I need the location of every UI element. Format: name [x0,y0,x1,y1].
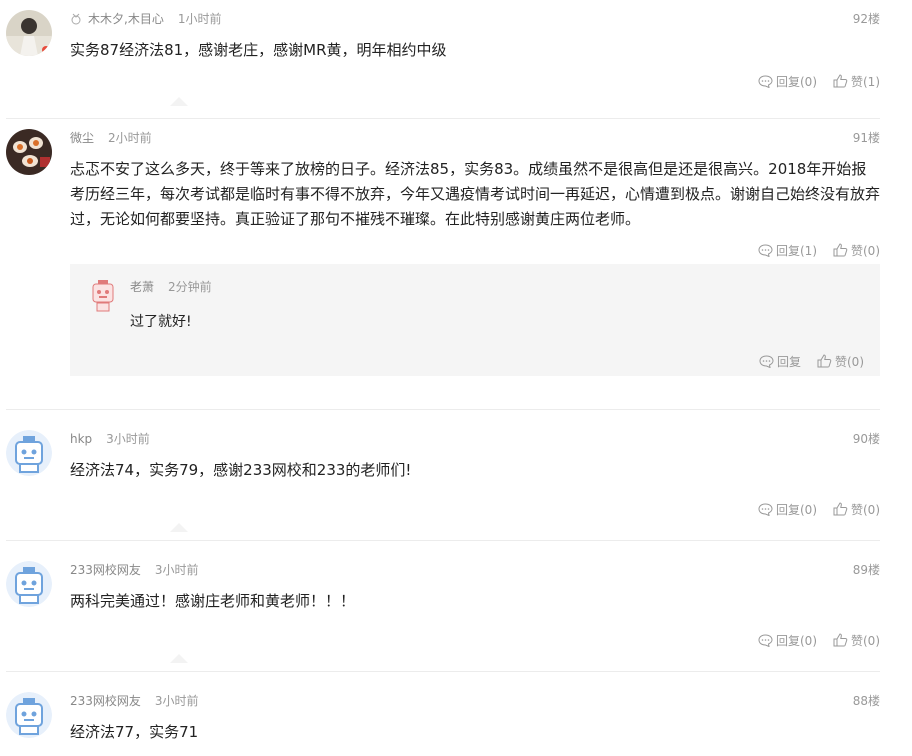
thumbs-up-icon [833,243,848,257]
reply-button[interactable]: 回复(0) [758,632,817,649]
reply-pointer [170,97,188,106]
avatar[interactable] [6,692,52,738]
reply-label: 回复(0) [776,633,817,648]
comment-item: 233网校网友 3小时前 88楼 经济法77，实务71 [6,672,880,756]
like-button[interactable]: 赞(0) [833,632,880,649]
avatar[interactable] [90,280,116,312]
reply-author[interactable]: 老萧 [130,278,154,296]
medal-icon [71,13,81,25]
reply-label: 回复(1) [776,243,817,258]
like-label: 赞(0) [851,633,880,648]
nested-reply: 老萧 2分钟前 过了就好! 回复 赞(0) [70,264,880,376]
comment-item: 233网校网友 3小时前 89楼 两科完美通过！感谢庄老师和黄老师！！！ 回复(… [6,541,880,672]
like-label: 赞(0) [851,243,880,258]
comment-list: 木木夕,木目心 1小时前 92楼 实务87经济法81，感谢老庄，感谢MR黄，明年… [0,0,912,756]
reply-button[interactable]: 回复(1) [758,242,817,259]
avatar[interactable] [6,10,52,56]
thumbs-up-icon [833,502,848,516]
reply-label: 回复(0) [776,74,817,89]
comment-author[interactable]: 木木夕,木目心 [88,10,164,28]
reply-time: 2分钟前 [168,280,212,294]
like-label: 赞(0) [851,502,880,517]
comment-bubble-icon [758,74,773,88]
like-button[interactable]: 赞(0) [817,353,864,370]
reply-button[interactable]: 回复 [759,353,801,370]
comment-item: 木木夕,木目心 1小时前 92楼 实务87经济法81，感谢老庄，感谢MR黄，明年… [6,0,880,119]
like-button[interactable]: 赞(0) [833,242,880,259]
thumbs-up-icon [833,74,848,88]
floor-number: 92楼 [852,12,880,26]
reply-label: 回复 [776,354,801,369]
reply-pointer [170,654,188,663]
comment-text: 经济法77，实务71 [70,723,199,741]
thumbs-up-icon [817,354,832,368]
comment-time: 3小时前 [154,563,199,577]
comment-bubble-icon [758,243,773,257]
floor-number: 90楼 [852,432,880,446]
comment-text: 两科完美通过！感谢庄老师和黄老师！！！ [70,592,356,610]
like-button[interactable]: 赞(1) [833,73,880,90]
comment-author[interactable]: hkp [70,430,92,448]
comment-text: 忐忑不安了这么多天，终于等来了放榜的日子。经济法85，实务83。成绩虽然不是很高… [70,160,881,228]
reply-text: 过了就好! [130,314,192,330]
comment-author[interactable]: 233网校网友 [70,692,141,710]
avatar[interactable] [6,430,52,476]
reply-pointer [170,523,188,532]
comment-time: 1小时前 [177,12,222,26]
avatar[interactable] [6,129,52,175]
reply-label: 回复(0) [776,502,817,517]
comment-text: 实务87经济法81，感谢老庄，感谢MR黄，明年相约中级 [70,41,447,59]
like-button[interactable]: 赞(0) [833,501,880,518]
floor-number: 88楼 [852,694,880,708]
comment-time: 3小时前 [106,432,150,446]
reply-button[interactable]: 回复(0) [758,73,817,90]
comment-bubble-icon [758,633,773,647]
comment-item: 微尘 2小时前 91楼 忐忑不安了这么多天，终于等来了放榜的日子。经济法85，实… [6,119,880,410]
reply-button[interactable]: 回复(0) [758,501,817,518]
comment-text: 经济法74，实务79，感谢233网校和233的老师们! [70,461,412,479]
like-label: 赞(0) [835,354,864,369]
comment-item: hkp 3小时前 90楼 经济法74，实务79，感谢233网校和233的老师们!… [6,410,880,541]
comment-time: 2小时前 [108,131,152,145]
comment-bubble-icon [759,354,774,368]
comment-bubble-icon [758,502,773,516]
avatar[interactable] [6,561,52,607]
like-label: 赞(1) [851,74,880,89]
comment-time: 3小时前 [154,694,199,708]
floor-number: 91楼 [852,131,880,145]
comment-author[interactable]: 233网校网友 [70,561,141,579]
thumbs-up-icon [833,633,848,647]
floor-number: 89楼 [852,563,880,577]
comment-author[interactable]: 微尘 [70,129,94,147]
